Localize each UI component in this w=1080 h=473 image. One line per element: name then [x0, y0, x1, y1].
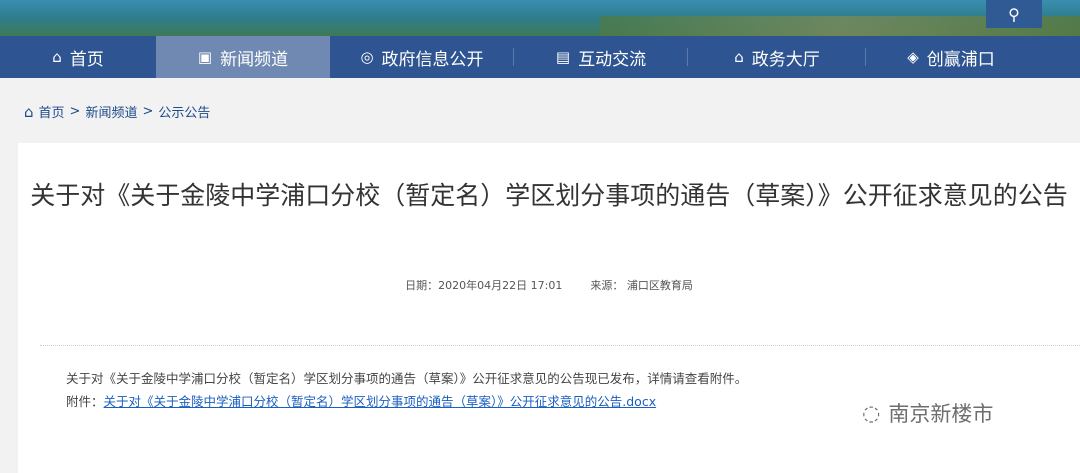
nav-interaction[interactable]: ▤ 互动交流 — [514, 36, 688, 78]
watermark-text: 南京新楼市 — [888, 402, 994, 426]
handshake-icon: ◈ — [907, 48, 919, 66]
breadcrumb-home[interactable]: 首页 — [39, 102, 65, 121]
nav-label: 新闻频道 — [220, 49, 289, 70]
article-body: 关于对《关于金陵中学浦口分校（暂定名）学区划分事项的通告（草案）》公开征求意见的… — [66, 367, 747, 413]
nav-label: 政务大厅 — [751, 49, 820, 70]
breadcrumb-news[interactable]: 新闻频道 — [85, 102, 137, 121]
wechat-icon: ◌ — [862, 401, 881, 425]
breadcrumb-sep: > — [142, 104, 154, 119]
nav-service-hall[interactable]: ⌂ 政务大厅 — [688, 36, 866, 78]
search-icon: ⚲ — [1008, 4, 1020, 24]
article-title: 关于对《关于金陵中学浦口分校（暂定名）学区划分事项的通告（草案）》公开征求意见的… — [30, 181, 1068, 210]
main-nav: ⌂ 首页 ▣ 新闻频道 ◎ 政府信息公开 ▤ 互动交流 ⌂ 政务大厅 ◈ 创赢浦口 — [0, 36, 1080, 78]
signal-icon: ◎ — [360, 48, 374, 66]
chat-icon: ▤ — [555, 48, 571, 66]
article-source: 来源： 浦口区教育局 — [590, 279, 693, 292]
attachment-label: 附件： — [66, 394, 104, 409]
building-icon: ⌂ — [734, 48, 744, 66]
watermark: ◌ 南京新楼市 — [862, 398, 993, 428]
breadcrumb-sep: > — [69, 104, 81, 119]
article-meta: 日期：2020年04月22日 17:01 来源： 浦口区教育局 — [18, 277, 1080, 293]
search-button[interactable]: ⚲ — [986, 0, 1042, 28]
attachment-link[interactable]: 关于对《关于金陵中学浦口分校（暂定名）学区划分事项的通告（草案）》公开征求意见的… — [104, 394, 657, 409]
nav-label: 政府信息公开 — [381, 49, 484, 70]
body-text: 关于对《关于金陵中学浦口分校（暂定名）学区划分事项的通告（草案）》公开征求意见的… — [66, 371, 748, 386]
header-banner: ⚲ — [0, 0, 1080, 36]
nav-gov-info[interactable]: ◎ 政府信息公开 — [330, 36, 514, 78]
nav-pukou[interactable]: ◈ 创赢浦口 — [866, 36, 1036, 78]
nav-label: 创赢浦口 — [926, 49, 995, 70]
breadcrumb-notice[interactable]: 公示公告 — [158, 102, 210, 121]
news-icon: ▣ — [197, 48, 213, 66]
home-icon: ⌂ — [24, 102, 34, 121]
breadcrumb: ⌂ 首页 > 新闻频道 > 公示公告 — [24, 102, 210, 122]
nav-news[interactable]: ▣ 新闻频道 — [156, 36, 330, 78]
divider — [40, 345, 1080, 346]
article-date: 日期：2020年04月22日 17:01 — [405, 279, 563, 292]
home-icon: ⌂ — [52, 48, 62, 66]
nav-home[interactable]: ⌂ 首页 — [0, 36, 156, 78]
nav-label: 首页 — [69, 49, 104, 70]
nav-label: 互动交流 — [578, 49, 647, 70]
